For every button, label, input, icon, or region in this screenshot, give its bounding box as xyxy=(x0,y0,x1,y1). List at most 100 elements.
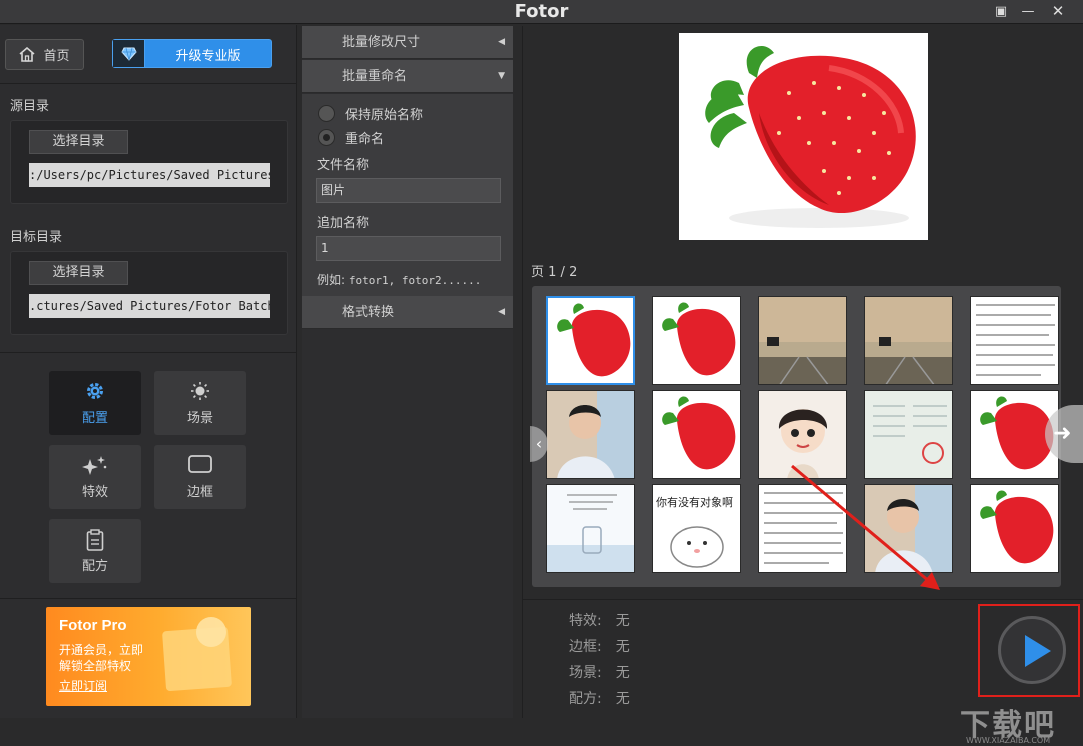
summary-frame: 边框: 无 xyxy=(569,636,630,656)
thumbnail-strawberry[interactable] xyxy=(652,390,741,479)
target-dir-box: 选择目录 .ctures/Saved Pictures/Fotor Batch xyxy=(10,251,288,335)
main-preview-image xyxy=(679,33,928,240)
target-path-field[interactable]: .ctures/Saved Pictures/Fotor Batch xyxy=(29,294,270,318)
target-choose-button[interactable]: 选择目录 xyxy=(29,261,128,285)
batch-resize-header[interactable]: 批量修改尺寸 ◀ xyxy=(302,26,513,59)
keep-original-name-label: 保持原始名称 xyxy=(345,108,424,123)
start-batch-play-button[interactable] xyxy=(998,616,1066,684)
thumbnail-person[interactable] xyxy=(546,390,635,479)
summary-effects-value: 无 xyxy=(615,613,630,629)
thumbnail-road[interactable] xyxy=(758,296,847,385)
collapse-left-icon: ◀ xyxy=(498,307,505,317)
meme-caption: 你有没有对象啊 xyxy=(656,496,733,509)
preview-panel: 页 1 / 2 你有没有对象啊 ‹ ➜ 特效: 无 边框: 无 场景: 无 配方: 无 xyxy=(522,26,1083,718)
batch-resize-label: 批量修改尺寸 xyxy=(342,35,421,50)
divider xyxy=(0,83,297,84)
example-text: 例如: fotor1, fotor2...... xyxy=(317,271,481,288)
file-name-label: 文件名称 xyxy=(317,158,370,173)
summary-recipe-label: 配方: xyxy=(569,691,602,707)
radio-unselected[interactable] xyxy=(318,105,335,122)
format-convert-header[interactable]: 格式转换 ◀ xyxy=(302,296,513,329)
thumbnail-cartoon-girl[interactable] xyxy=(758,390,847,479)
summary-effects-label: 特效: xyxy=(569,613,602,629)
title-bar: Fotor ▣ — ✕ xyxy=(0,0,1083,24)
gem-graphic xyxy=(196,617,226,647)
thumbnail-document[interactable] xyxy=(758,484,847,573)
tool-frame-label: 边框 xyxy=(186,485,213,500)
summary-recipe-value: 无 xyxy=(615,691,630,707)
diamond-icon xyxy=(113,40,145,67)
clipboard-icon xyxy=(49,519,141,551)
close-button[interactable]: ✕ xyxy=(1047,2,1069,21)
thumbnail-strawberry[interactable] xyxy=(652,296,741,385)
keep-original-name-option[interactable]: 保持原始名称 xyxy=(318,104,423,123)
summary-scene-label: 场景: xyxy=(569,665,602,681)
collapse-left-icon: ◀ xyxy=(498,37,505,47)
rename-option-label: 重命名 xyxy=(345,132,385,147)
example-prefix: 例如: xyxy=(317,273,346,287)
source-choose-button[interactable]: 选择目录 xyxy=(29,130,128,154)
source-path-field[interactable]: :/Users/pc/Pictures/Saved Pictures xyxy=(29,163,270,187)
thumbnail-strawberry[interactable] xyxy=(970,484,1059,573)
thumbnail-strawberry[interactable] xyxy=(546,296,635,385)
tool-effects[interactable]: 特效 xyxy=(49,445,141,509)
summary-recipe: 配方: 无 xyxy=(569,688,630,708)
batch-rename-header[interactable]: 批量重命名 ▼ xyxy=(302,60,513,93)
tool-recipe[interactable]: 配方 xyxy=(49,519,141,583)
thumbnail-person[interactable] xyxy=(864,484,953,573)
promo-line1: 开通会员，立即 xyxy=(59,643,144,657)
thumbnail-gallery: 你有没有对象啊 ‹ ➜ xyxy=(530,286,1083,587)
thumbnail-glass-jar[interactable] xyxy=(546,484,635,573)
pro-promo-banner[interactable]: Fotor Pro 开通会员，立即 解锁全部特权 立即订阅 xyxy=(46,607,251,706)
sun-icon xyxy=(154,371,246,401)
home-icon xyxy=(19,47,36,62)
page-value: 1 / 2 xyxy=(548,265,578,280)
promo-title: Fotor Pro xyxy=(59,617,127,634)
append-name-label: 追加名称 xyxy=(317,216,370,231)
file-name-input[interactable]: 图片 xyxy=(316,178,501,203)
append-name-input[interactable]: 1 xyxy=(316,236,501,261)
expand-down-icon: ▼ xyxy=(498,71,505,81)
tool-scene[interactable]: 场景 xyxy=(154,371,246,435)
batch-options-panel: 批量修改尺寸 ◀ 批量重命名 ▼ 保持原始名称 重命名 文件名称 图片 追加名称… xyxy=(302,26,513,718)
sparkle-icon xyxy=(49,445,141,475)
tool-frame[interactable]: 边框 xyxy=(154,445,246,509)
source-dir-box: 选择目录 :/Users/pc/Pictures/Saved Pictures xyxy=(10,120,288,204)
batch-rename-label: 批量重命名 xyxy=(342,69,408,84)
highlight-box xyxy=(978,604,1080,697)
gear-icon xyxy=(49,371,141,401)
restore-window-button[interactable]: ▣ xyxy=(990,2,1012,21)
summary-effects: 特效: 无 xyxy=(569,610,630,630)
thumbnail-hamster-meme[interactable]: 你有没有对象啊 xyxy=(652,484,741,573)
upgrade-label: 升级专业版 xyxy=(175,49,241,64)
batch-rename-body: 保持原始名称 重命名 文件名称 图片 追加名称 1 例如: fotor1, fo… xyxy=(302,94,513,296)
page-label: 页 xyxy=(531,265,545,280)
left-panel: 首页 升级专业版 源目录 选择目录 :/Users/pc/Pictures/Sa… xyxy=(0,25,297,718)
tool-scene-label: 场景 xyxy=(186,411,213,426)
thumbnail-certificate[interactable] xyxy=(864,390,953,479)
window-title: Fotor xyxy=(514,1,569,22)
home-label: 首页 xyxy=(43,49,70,64)
source-dir-label: 源目录 xyxy=(10,99,50,114)
minimize-button[interactable]: — xyxy=(1017,2,1039,21)
format-convert-label: 格式转换 xyxy=(342,305,395,320)
upgrade-pro-button[interactable]: 升级专业版 xyxy=(112,39,272,68)
tool-effects-label: 特效 xyxy=(81,485,108,500)
tool-config-label: 配置 xyxy=(81,411,108,426)
home-button[interactable]: 首页 xyxy=(5,39,84,70)
divider xyxy=(0,598,297,599)
summary-frame-value: 无 xyxy=(615,639,630,655)
rename-option[interactable]: 重命名 xyxy=(318,128,384,147)
page-indicator: 页 1 / 2 xyxy=(531,261,577,280)
radio-selected[interactable] xyxy=(318,129,335,146)
tool-config[interactable]: 配置 xyxy=(49,371,141,435)
thumbnail-document[interactable] xyxy=(970,296,1059,385)
tool-recipe-label: 配方 xyxy=(81,559,108,574)
subscribe-link[interactable]: 立即订阅 xyxy=(59,677,107,694)
target-dir-label: 目标目录 xyxy=(10,230,63,245)
promo-line2: 解锁全部特权 xyxy=(59,659,132,673)
frame-icon xyxy=(154,445,246,475)
example-value: fotor1, fotor2...... xyxy=(348,274,482,287)
thumbnail-road[interactable] xyxy=(864,296,953,385)
watermark-url: WWW.XIAZAIBA.COM xyxy=(966,736,1051,745)
